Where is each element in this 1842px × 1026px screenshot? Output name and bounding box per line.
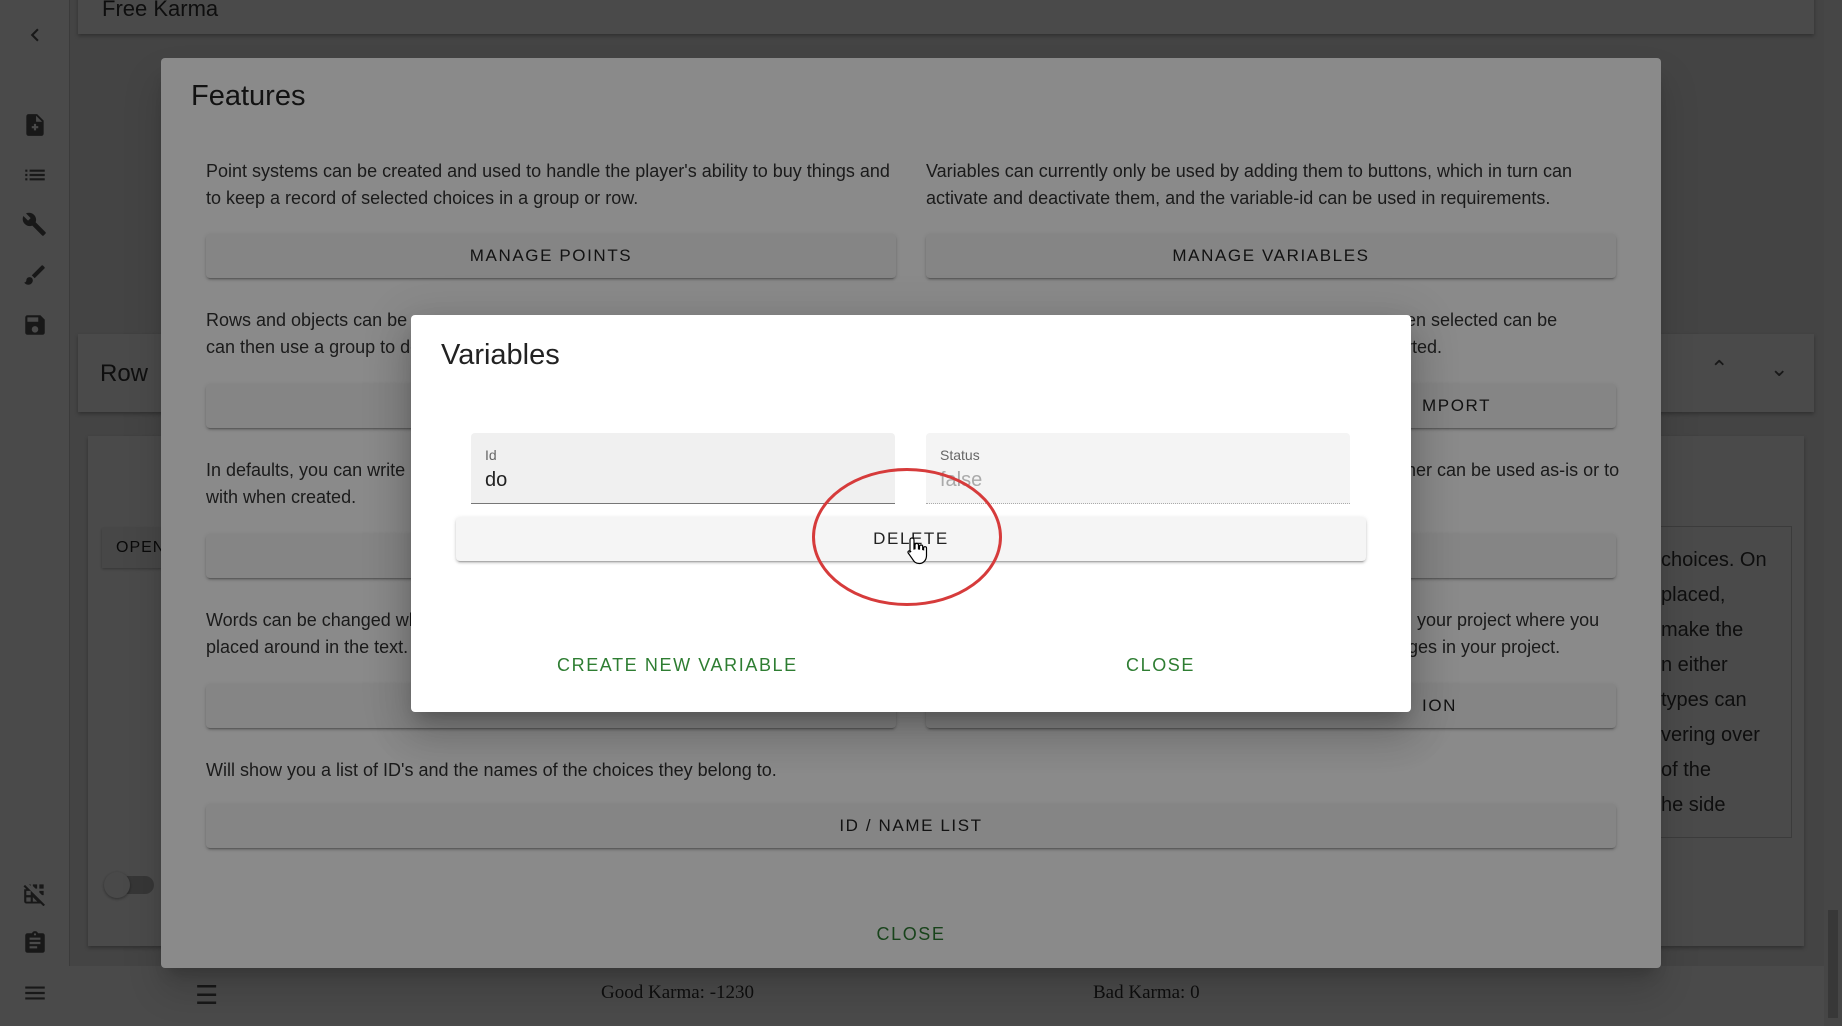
variables-title: Variables [441, 339, 560, 371]
id-field-label: Id [485, 447, 497, 463]
variable-id-input[interactable] [485, 469, 875, 492]
status-field-label: Status [940, 447, 980, 463]
variables-close-button[interactable]: CLOSE [1126, 655, 1195, 676]
create-new-variable-button[interactable]: CREATE NEW VARIABLE [557, 655, 798, 676]
hand-cursor-icon [907, 537, 928, 565]
variable-status-field: Status [926, 433, 1350, 504]
variable-status-input [940, 469, 1330, 492]
